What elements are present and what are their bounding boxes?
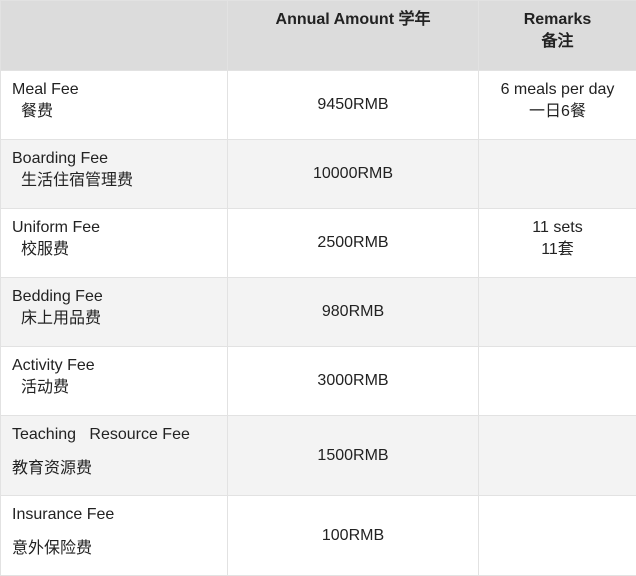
fee-remark-en: 11 sets bbox=[479, 217, 636, 239]
fee-name-cell: Bedding Fee 床上用品费 bbox=[1, 278, 228, 347]
fee-name-en: Activity Fee bbox=[12, 355, 227, 377]
fee-remark-en: 6 meals per day bbox=[479, 79, 636, 101]
header-item bbox=[1, 1, 228, 71]
table-row: Meal Fee 餐费 9450RMB 6 meals per day 一日6餐 bbox=[1, 71, 636, 140]
fee-amount: 1500RMB bbox=[228, 416, 479, 496]
fee-name-zh: 床上用品费 bbox=[12, 308, 227, 330]
fee-name-cell: Meal Fee 餐费 bbox=[1, 71, 228, 140]
table-row: Uniform Fee 校服费 2500RMB 11 sets 11套 bbox=[1, 209, 636, 278]
fee-name-cell: Teaching Resource Fee 教育资源费 bbox=[1, 416, 228, 496]
fee-amount: 9450RMB bbox=[228, 71, 479, 140]
fee-name-en: Teaching Resource Fee bbox=[12, 424, 227, 446]
header-remarks-zh: 备注 bbox=[479, 31, 636, 53]
fee-name-zh: 教育资源费 bbox=[12, 458, 227, 480]
fee-table: Annual Amount 学年 Remarks 备注 Meal Fee 餐费 … bbox=[0, 0, 636, 576]
header-remarks: Remarks 备注 bbox=[479, 1, 636, 71]
header-amount: Annual Amount 学年 bbox=[228, 1, 479, 71]
fee-name-en: Boarding Fee bbox=[12, 148, 227, 170]
table-row: Boarding Fee 生活住宿管理费 10000RMB bbox=[1, 140, 636, 209]
fee-remark-zh: 11套 bbox=[479, 239, 636, 261]
fee-name-zh: 校服费 bbox=[12, 239, 227, 261]
fee-name-zh: 生活住宿管理费 bbox=[12, 170, 227, 192]
fee-remark-cell: 6 meals per day 一日6餐 bbox=[479, 71, 636, 140]
table-header-row: Annual Amount 学年 Remarks 备注 bbox=[1, 1, 636, 71]
fee-remark-cell bbox=[479, 278, 636, 347]
fee-amount: 100RMB bbox=[228, 496, 479, 576]
table-row: Bedding Fee 床上用品费 980RMB bbox=[1, 278, 636, 347]
fee-amount: 2500RMB bbox=[228, 209, 479, 278]
fee-remark-cell: 11 sets 11套 bbox=[479, 209, 636, 278]
fee-remark-cell bbox=[479, 347, 636, 416]
fee-name-en: Uniform Fee bbox=[12, 217, 227, 239]
header-remarks-en: Remarks bbox=[479, 9, 636, 31]
fee-name-cell: Activity Fee 活动费 bbox=[1, 347, 228, 416]
table-row: Activity Fee 活动费 3000RMB bbox=[1, 347, 636, 416]
fee-name-zh: 意外保险费 bbox=[12, 538, 227, 560]
table-row: Teaching Resource Fee 教育资源费 1500RMB bbox=[1, 416, 636, 496]
fee-name-en: Insurance Fee bbox=[12, 504, 227, 526]
fee-remark-cell bbox=[479, 140, 636, 209]
fee-name-cell: Boarding Fee 生活住宿管理费 bbox=[1, 140, 228, 209]
fee-remark-zh: 一日6餐 bbox=[479, 101, 636, 123]
fee-amount: 3000RMB bbox=[228, 347, 479, 416]
fee-name-en: Bedding Fee bbox=[12, 286, 227, 308]
fee-name-zh: 餐费 bbox=[12, 101, 227, 123]
fee-name-zh: 活动费 bbox=[12, 377, 227, 399]
fee-name-en: Meal Fee bbox=[12, 79, 227, 101]
fee-remark-cell bbox=[479, 496, 636, 576]
fee-amount: 980RMB bbox=[228, 278, 479, 347]
fee-remark-cell bbox=[479, 416, 636, 496]
fee-name-cell: Insurance Fee 意外保险费 bbox=[1, 496, 228, 576]
fee-name-cell: Uniform Fee 校服费 bbox=[1, 209, 228, 278]
table-row: Insurance Fee 意外保险费 100RMB bbox=[1, 496, 636, 576]
fee-amount: 10000RMB bbox=[228, 140, 479, 209]
